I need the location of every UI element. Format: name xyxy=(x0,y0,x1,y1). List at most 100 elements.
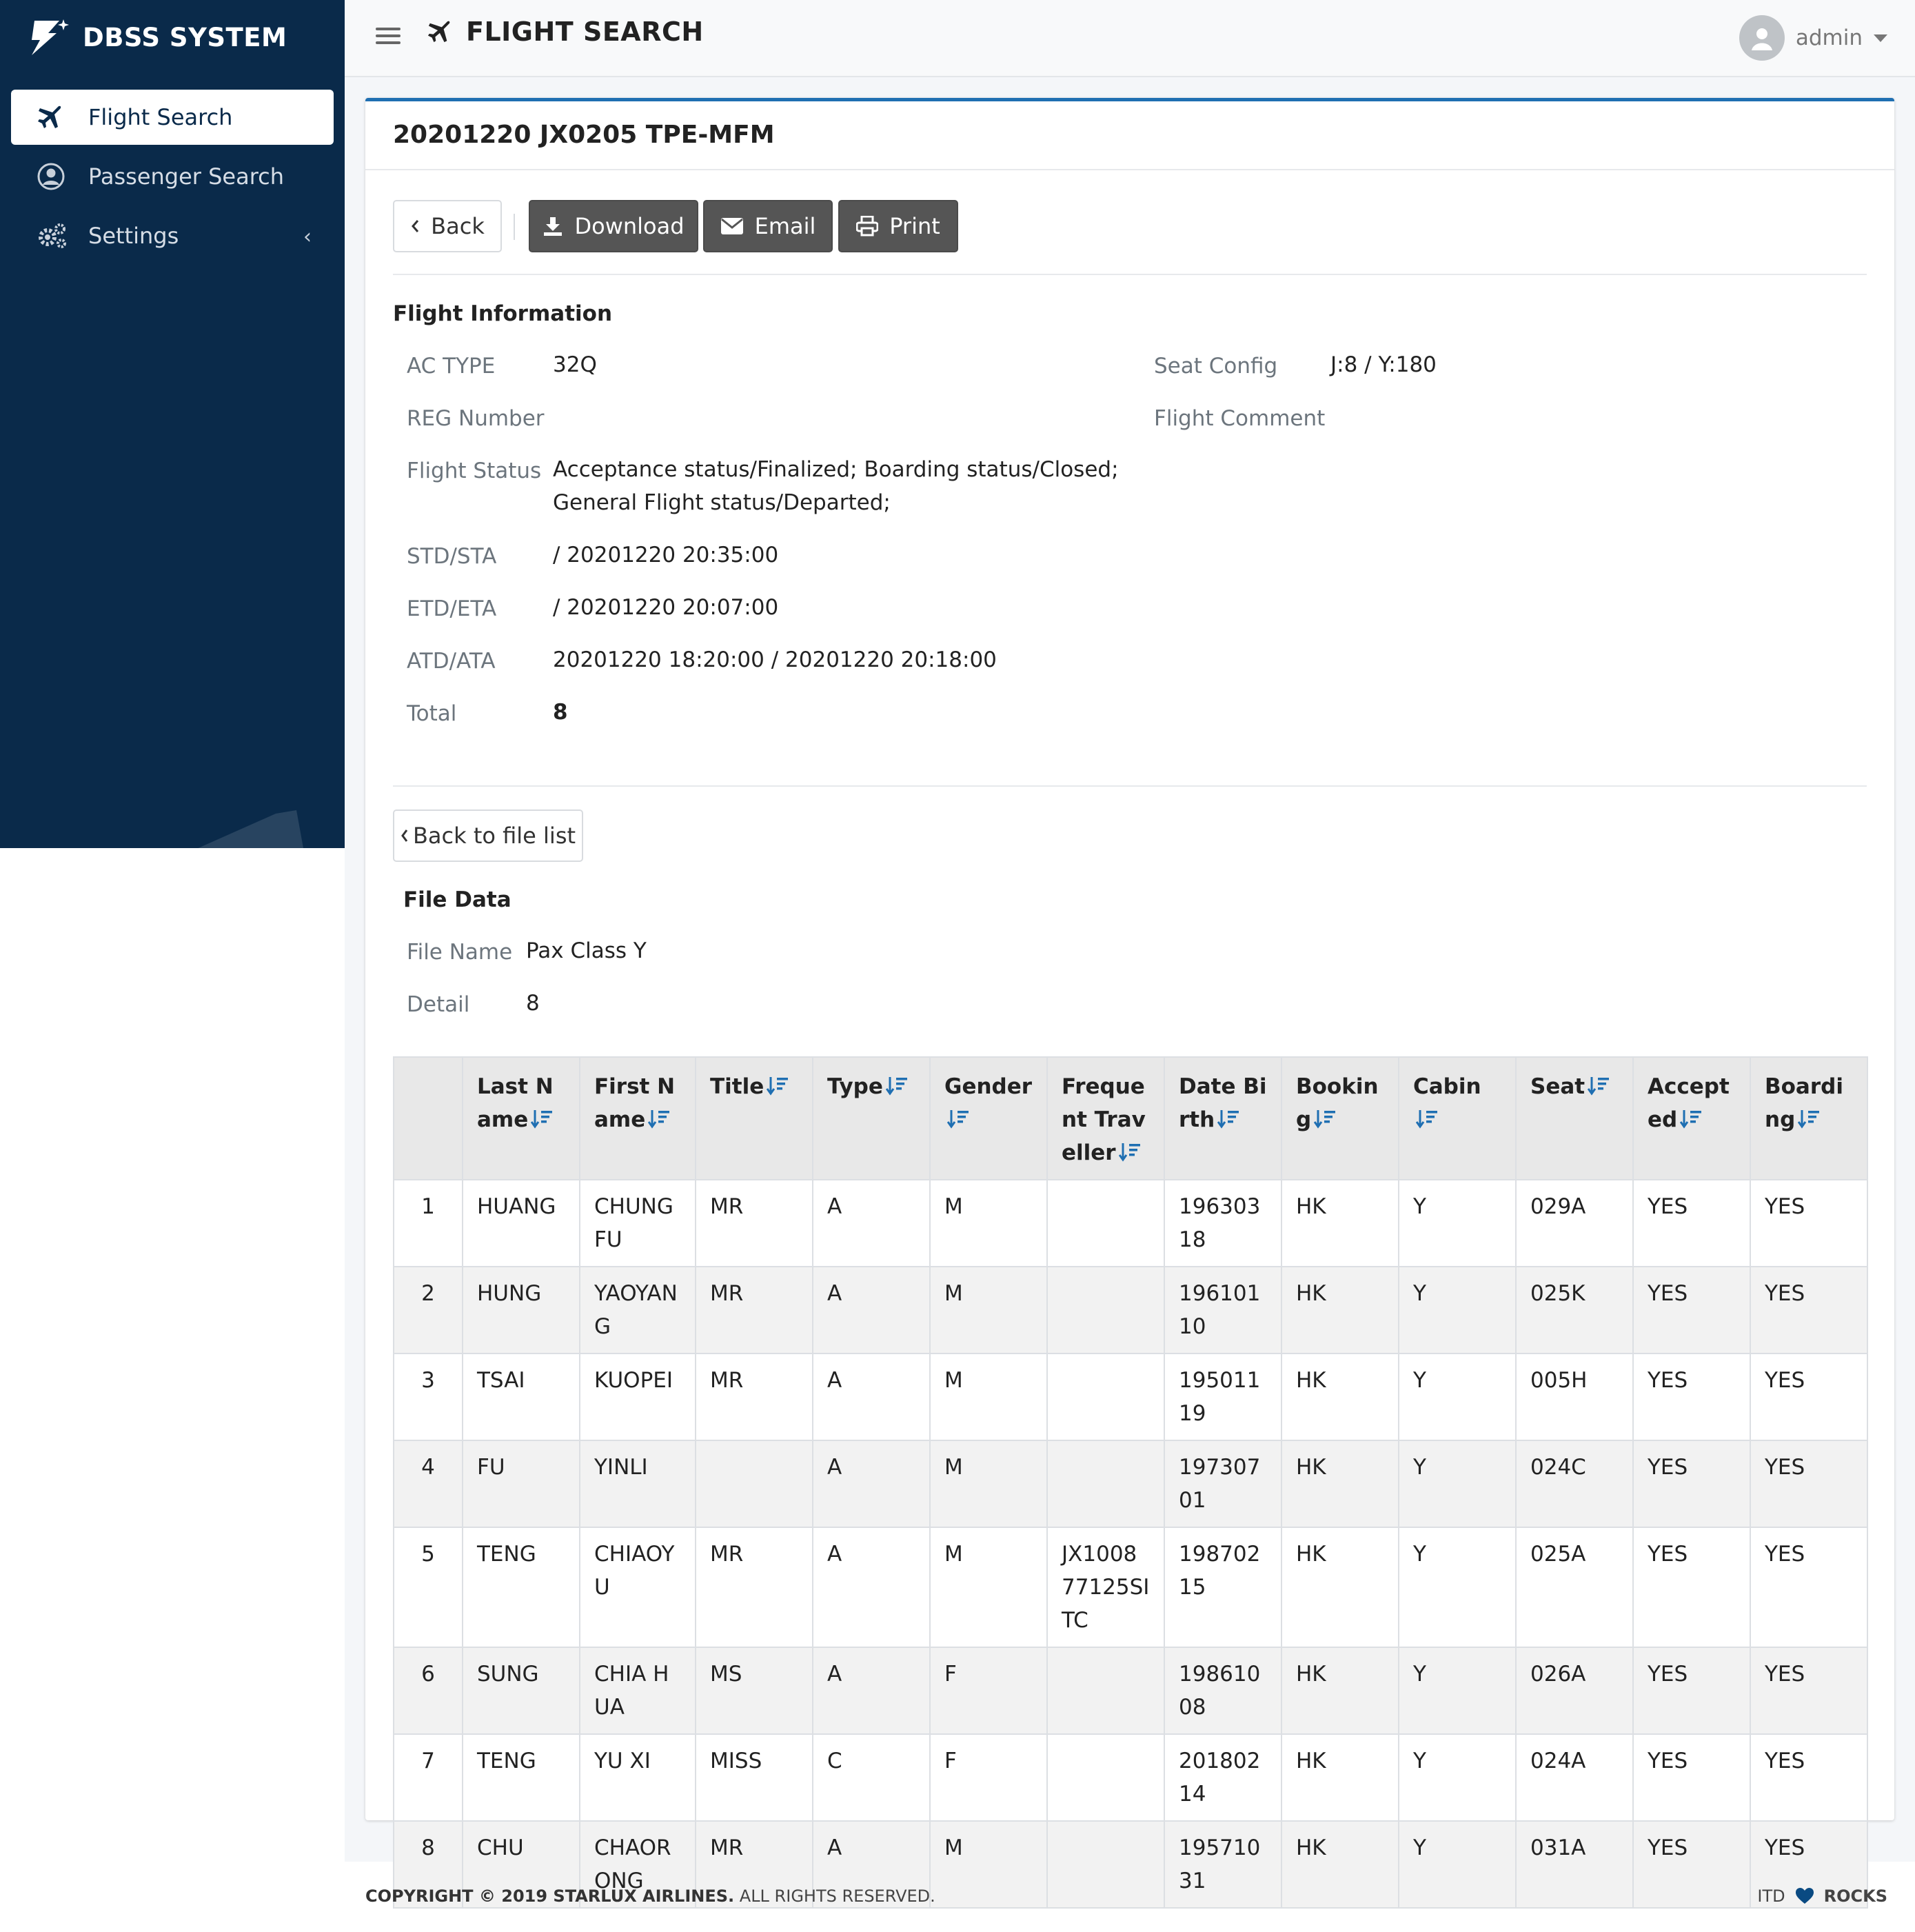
sort-icon[interactable] xyxy=(1311,1107,1336,1132)
table-cell: 026A xyxy=(1515,1647,1634,1735)
column-header[interactable]: Gender xyxy=(929,1056,1048,1180)
caret-down-icon xyxy=(1874,34,1887,42)
sort-icon[interactable] xyxy=(528,1107,553,1132)
std-sta-label: STD/STA xyxy=(407,544,497,569)
table-cell: M xyxy=(929,1353,1048,1441)
table-cell: Y xyxy=(1398,1647,1517,1735)
column-header[interactable]: Cabin xyxy=(1398,1056,1517,1180)
etd-eta-label: ETD/ETA xyxy=(407,596,497,621)
column-header[interactable]: Frequent Traveller xyxy=(1046,1056,1165,1180)
back-button[interactable]: Back xyxy=(393,200,502,252)
print-button-label: Print xyxy=(889,213,940,239)
brand[interactable]: DBSS SYSTEM xyxy=(28,18,287,57)
table-cell: 4 xyxy=(393,1440,463,1528)
atd-ata-value: 20201220 18:20:00 / 20201220 20:18:00 xyxy=(553,647,997,672)
table-cell: TENG xyxy=(462,1733,580,1822)
table-cell xyxy=(1046,1820,1165,1909)
sort-icon[interactable] xyxy=(1215,1107,1239,1132)
ac-type-value: 32Q xyxy=(553,352,597,377)
table-cell: 19610110 xyxy=(1164,1266,1282,1354)
sort-icon[interactable] xyxy=(645,1107,670,1132)
seat-config-label: Seat Config xyxy=(1154,354,1278,379)
rights-text: ALL RIGHTS RESERVED. xyxy=(734,1886,935,1906)
column-header[interactable]: Accepted xyxy=(1632,1056,1751,1180)
table-cell: TSAI xyxy=(462,1353,580,1441)
sidebar-item-flight-search[interactable]: Flight Search xyxy=(11,90,334,145)
column-header[interactable]: Booking xyxy=(1281,1056,1399,1180)
email-button[interactable]: Email xyxy=(703,200,833,252)
table-cell: MS xyxy=(695,1647,813,1735)
table-cell: 3 xyxy=(393,1353,463,1441)
sidebar-item-passenger-search[interactable]: Passenger Search xyxy=(11,149,334,204)
brand-logo-icon xyxy=(32,19,69,55)
detail-label: Detail xyxy=(407,992,470,1017)
column-header-label: Title xyxy=(710,1074,764,1099)
print-button[interactable]: Print xyxy=(838,200,958,252)
table-cell: YES xyxy=(1750,1733,1868,1822)
table-cell: YES xyxy=(1632,1266,1751,1354)
sort-icon[interactable] xyxy=(1413,1107,1438,1132)
avatar xyxy=(1739,15,1785,61)
back-to-file-list-button[interactable]: Back to file list xyxy=(393,809,583,862)
column-header[interactable]: Title xyxy=(695,1056,813,1180)
plane-watermark-icon xyxy=(198,810,303,848)
flight-status-value: Acceptance status/Finalized; Boarding st… xyxy=(553,453,1119,519)
top-bar: FLIGHT SEARCH admin xyxy=(345,0,1915,77)
chevron-left-icon[interactable]: ‹ xyxy=(303,225,312,249)
download-button-label: Download xyxy=(574,213,685,239)
table-cell: HK xyxy=(1281,1179,1399,1267)
menu-toggle-icon[interactable] xyxy=(376,23,401,47)
sidebar-item-label: Flight Search xyxy=(88,104,233,130)
table-cell: Y xyxy=(1398,1820,1517,1909)
table-cell: 19571031 xyxy=(1164,1820,1282,1909)
table-cell: 031A xyxy=(1515,1820,1634,1909)
column-header[interactable]: Date Birth xyxy=(1164,1056,1282,1180)
table-row: 7 TENG YU XI MISS C F 20180214 HK Y 024A YES YES xyxy=(393,1733,1868,1822)
table-cell: CHUNGFU xyxy=(579,1179,696,1267)
table-cell: YES xyxy=(1750,1527,1868,1648)
column-header[interactable]: First Name xyxy=(579,1056,696,1180)
download-button[interactable]: Download xyxy=(529,200,698,252)
table-cell: CHIA HUA xyxy=(579,1647,696,1735)
table-cell: YES xyxy=(1632,1179,1751,1267)
sort-icon[interactable] xyxy=(1795,1107,1820,1132)
sort-icon[interactable] xyxy=(1116,1140,1141,1165)
table-row: 2 HUNG YAOYANG MR A M 19610110 HK Y 025K YES YES xyxy=(393,1266,1868,1354)
sort-icon[interactable] xyxy=(1585,1074,1610,1099)
column-header[interactable]: Boarding xyxy=(1750,1056,1868,1180)
table-cell: 19630318 xyxy=(1164,1179,1282,1267)
table-cell: M xyxy=(929,1266,1048,1354)
user-name: admin xyxy=(1795,26,1863,50)
table-row: 1 HUANG CHUNGFU MR A M 19630318 HK Y 029A YES YES xyxy=(393,1179,1868,1267)
table-cell: A xyxy=(812,1440,931,1528)
column-header[interactable]: Type xyxy=(812,1056,931,1180)
brand-name: DBSS SYSTEM xyxy=(83,22,287,52)
sort-icon[interactable] xyxy=(944,1107,969,1132)
user-circle-icon xyxy=(37,163,68,190)
table-row: 5 TENG CHIAOYU MR A M JX100877125SITC 19870215 H… xyxy=(393,1527,1868,1648)
download-icon xyxy=(544,217,563,236)
gears-icon xyxy=(37,222,68,250)
card-header: 20201220 JX0205 TPE-MFM xyxy=(365,101,1894,170)
column-header-label: Cabin xyxy=(1413,1074,1481,1099)
etd-eta-value: / 20201220 20:07:00 xyxy=(553,595,779,620)
table-cell xyxy=(1046,1179,1165,1267)
column-header[interactable]: Last Name xyxy=(462,1056,580,1180)
user-menu[interactable]: admin xyxy=(1739,15,1887,61)
table-cell: FU xyxy=(462,1440,580,1528)
table-cell: KUOPEI xyxy=(579,1353,696,1441)
detail-value: 8 xyxy=(526,991,540,1016)
sort-icon[interactable] xyxy=(764,1074,789,1099)
total-label: Total xyxy=(407,701,457,726)
table-cell: A xyxy=(812,1353,931,1441)
table-cell: 5 xyxy=(393,1527,463,1648)
table-cell: HK xyxy=(1281,1353,1399,1441)
table-cell: YES xyxy=(1750,1647,1868,1735)
column-header[interactable]: Seat xyxy=(1515,1056,1634,1180)
table-cell: YES xyxy=(1632,1733,1751,1822)
table-cell: M xyxy=(929,1179,1048,1267)
sidebar-item-settings[interactable]: Settings ‹ xyxy=(11,208,334,263)
table-cell: HK xyxy=(1281,1440,1399,1528)
sort-icon[interactable] xyxy=(1677,1107,1702,1132)
sort-icon[interactable] xyxy=(883,1074,908,1099)
